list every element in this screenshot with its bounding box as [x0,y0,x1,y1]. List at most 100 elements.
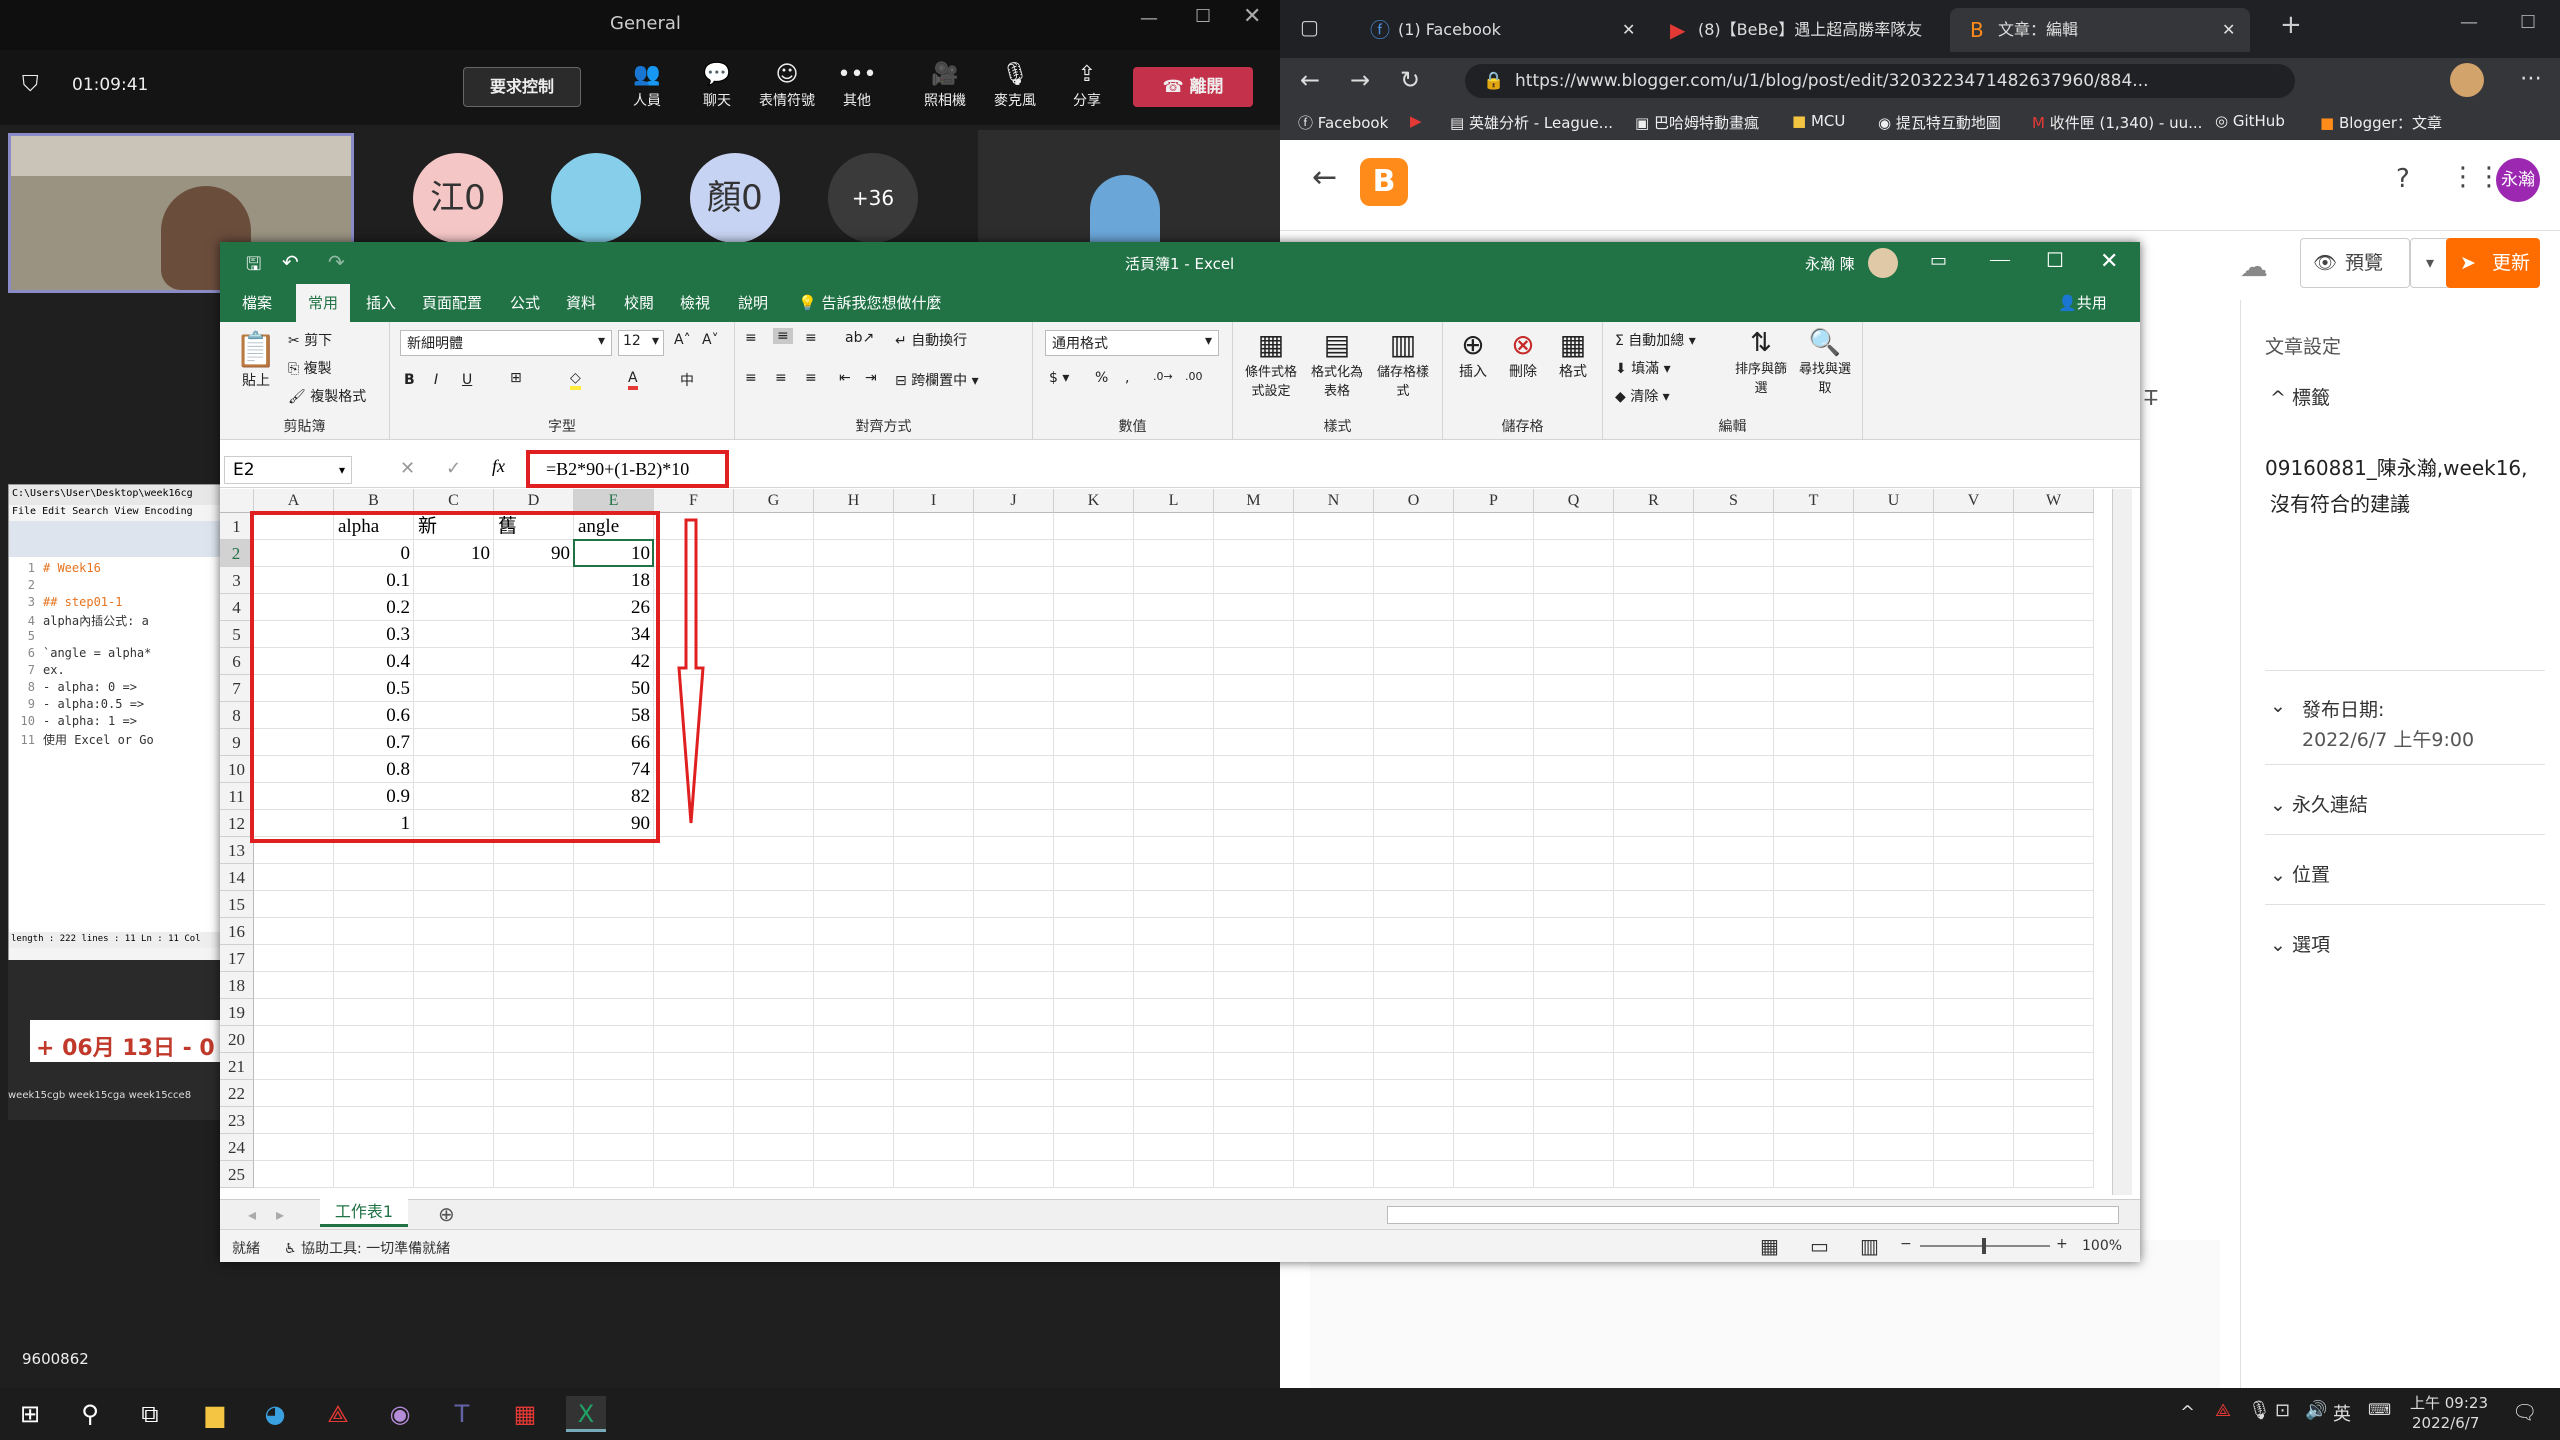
column-header[interactable]: A [254,489,334,513]
url-input[interactable]: 🔒 https://www.blogger.com/u/1/blog/post/e… [1465,64,2295,98]
tab-data[interactable]: 資料 [566,292,596,313]
participant-avatar-4[interactable] [1090,175,1160,242]
account-avatar[interactable]: 永瀚 [2496,158,2540,202]
close-icon[interactable]: ✕ [1243,4,1261,29]
row-header[interactable]: 6 [220,648,254,675]
tab-facebook[interactable]: ⓕ (1) Facebook ✕ [1350,8,1650,52]
cancel-icon[interactable]: ✕ [400,458,415,479]
format-table-button[interactable]: ▤ 格式化為表格 [1307,328,1367,399]
file-explorer-icon[interactable]: ▆ [195,1396,235,1432]
preview-button[interactable]: 👁 預覽 [2300,238,2410,288]
bold-icon[interactable]: B [404,372,415,388]
font-color-icon[interactable]: A [628,370,638,390]
row-header[interactable]: 24 [220,1134,254,1161]
redo-icon[interactable]: ↷ [328,250,345,275]
back-arrow-icon[interactable]: ← [1312,160,1337,195]
column-header[interactable]: Q [1534,489,1614,513]
cut-button[interactable]: ✂ 剪下 [288,330,332,350]
column-header[interactable]: N [1294,489,1374,513]
wrap-text-button[interactable]: ↵ 自動換行 [895,330,967,350]
undo-icon[interactable]: ↶ [282,250,299,275]
row-header[interactable]: 11 [220,783,254,810]
scroll-right-icon[interactable]: ▸ [276,1205,284,1225]
back-icon[interactable]: ← [1300,66,1320,94]
row-header[interactable]: 5 [220,621,254,648]
clear-button[interactable]: ◆ 清除 ▾ [1615,386,1670,406]
bookmark-blogger[interactable]: ■ Blogger：文章 [2320,112,2442,133]
column-header[interactable]: T [1774,489,1854,513]
publish-title[interactable]: 發布日期: [2302,695,2384,722]
excel-taskbar-icon[interactable]: X [566,1396,606,1432]
column-header[interactable]: W [2014,489,2094,513]
emoji-button[interactable]: ☺ 表情符號 [752,60,822,110]
vertical-scrollbar[interactable] [2112,489,2132,1195]
app-icon[interactable]: ⟁ [318,1396,358,1432]
mic-button[interactable]: 🎙 麥克風 [980,60,1050,110]
editor-area[interactable] [1310,1240,2220,1388]
clock-date[interactable]: 2022/6/7 [2412,1414,2479,1432]
preview-dropdown[interactable]: ▾ [2410,238,2450,288]
align-top-icon[interactable]: ≡ [745,330,757,346]
tab-home[interactable]: 常用 [296,284,351,322]
notepad-editor[interactable]: 1 # Week16 2 3 ## step01-1 4 alpha內插公式: a 5 6 `an… [9,557,222,932]
close-icon[interactable]: ✕ [2100,248,2118,274]
tray-chevron-icon[interactable]: ^ [2180,1402,2195,1423]
row-header[interactable]: 10 [220,756,254,783]
column-header[interactable]: J [974,489,1054,513]
menu-view[interactable]: View [114,506,138,517]
minimize-icon[interactable]: — [1140,8,1158,29]
apps-icon[interactable]: ⋮⋮ [2450,162,2502,192]
sheet-tab[interactable]: 工作表1 [320,1199,408,1227]
participant-avatar-2[interactable] [551,153,641,243]
font-size-select[interactable]: 12 ▾ [618,330,664,356]
format-cells-button[interactable]: ▦ 格式 [1551,328,1595,381]
discord-icon[interactable]: ◉ [380,1396,420,1432]
row-header[interactable]: 15 [220,891,254,918]
bookmark-teyvat[interactable]: ◉ 提瓦特互動地圖 [1878,112,2001,133]
tab-formulas[interactable]: 公式 [510,292,540,313]
formula-input[interactable]: =B2*90+(1-B2)*10 [526,452,2126,487]
horizontal-scrollbar[interactable] [1387,1206,2119,1224]
decrease-decimal-icon[interactable]: .00 [1185,370,1203,383]
autosum-button[interactable]: Σ 自動加總 ▾ [1615,330,1696,350]
zoom-out-icon[interactable]: − [1900,1236,1912,1252]
volume-icon[interactable]: 🔊 [2305,1400,2327,1421]
column-header[interactable]: S [1694,489,1774,513]
row-header[interactable]: 12 [220,810,254,837]
column-header[interactable]: O [1374,489,1454,513]
fill-color-icon[interactable]: ◇ [570,370,581,390]
input-method-icon[interactable]: ⌨ [2368,1400,2391,1419]
row-header[interactable]: 13 [220,837,254,864]
spreadsheet-grid[interactable]: A B C D E F G H I J K L M N O P Q R S T U V W 1 2 3 4 5 6 7 8 9 10 11 12 13… [220,489,2140,1199]
chat-button[interactable]: 💬 聊天 [682,60,752,110]
menu-encoding[interactable]: Encoding [145,506,193,517]
help-icon[interactable]: ? [2396,164,2410,194]
zoom-in-icon[interactable]: + [2056,1236,2068,1252]
column-header[interactable]: I [894,489,974,513]
align-middle-icon[interactable]: ≡ [773,328,793,344]
notification-icon[interactable]: 🗨 [2512,1400,2537,1424]
zoom-thumb[interactable] [1982,1238,1986,1254]
bookmark-youtube-icon[interactable]: ▶ [1410,112,1422,130]
maximize-icon[interactable]: ☐ [2520,12,2536,33]
request-control-button[interactable]: 要求控制 [463,67,581,107]
accessibility-status[interactable]: ♿ 協助工具: 一切準備就緒 [284,1238,450,1258]
paste-button[interactable]: 📋 貼上 [234,330,278,390]
format-painter-button[interactable]: 🖌 複製格式 [288,386,366,406]
row-header[interactable]: 8 [220,702,254,729]
page-break-icon[interactable]: ▥ [1860,1234,1879,1258]
bookmark-facebook[interactable]: ⓕ Facebook [1298,112,1388,133]
row-header[interactable]: 22 [220,1080,254,1107]
row-header[interactable]: 19 [220,999,254,1026]
shrink-font-icon[interactable]: A˅ [702,332,719,348]
bookmark-league[interactable]: ▤ 英雄分析 - League... [1450,112,1613,133]
people-button[interactable]: 👥 人員 [612,60,682,110]
border-icon[interactable]: ⊞ [510,370,522,386]
select-all-corner[interactable] [220,489,254,513]
network-icon[interactable]: ⊡ [2275,1400,2290,1421]
merge-center-button[interactable]: ⊟ 跨欄置中 ▾ [895,370,979,390]
row-header[interactable]: 14 [220,864,254,891]
fill-button[interactable]: ⬇ 填滿 ▾ [1615,358,1671,378]
column-header[interactable]: G [734,489,814,513]
update-button[interactable]: ➤ 更新 [2446,238,2540,288]
